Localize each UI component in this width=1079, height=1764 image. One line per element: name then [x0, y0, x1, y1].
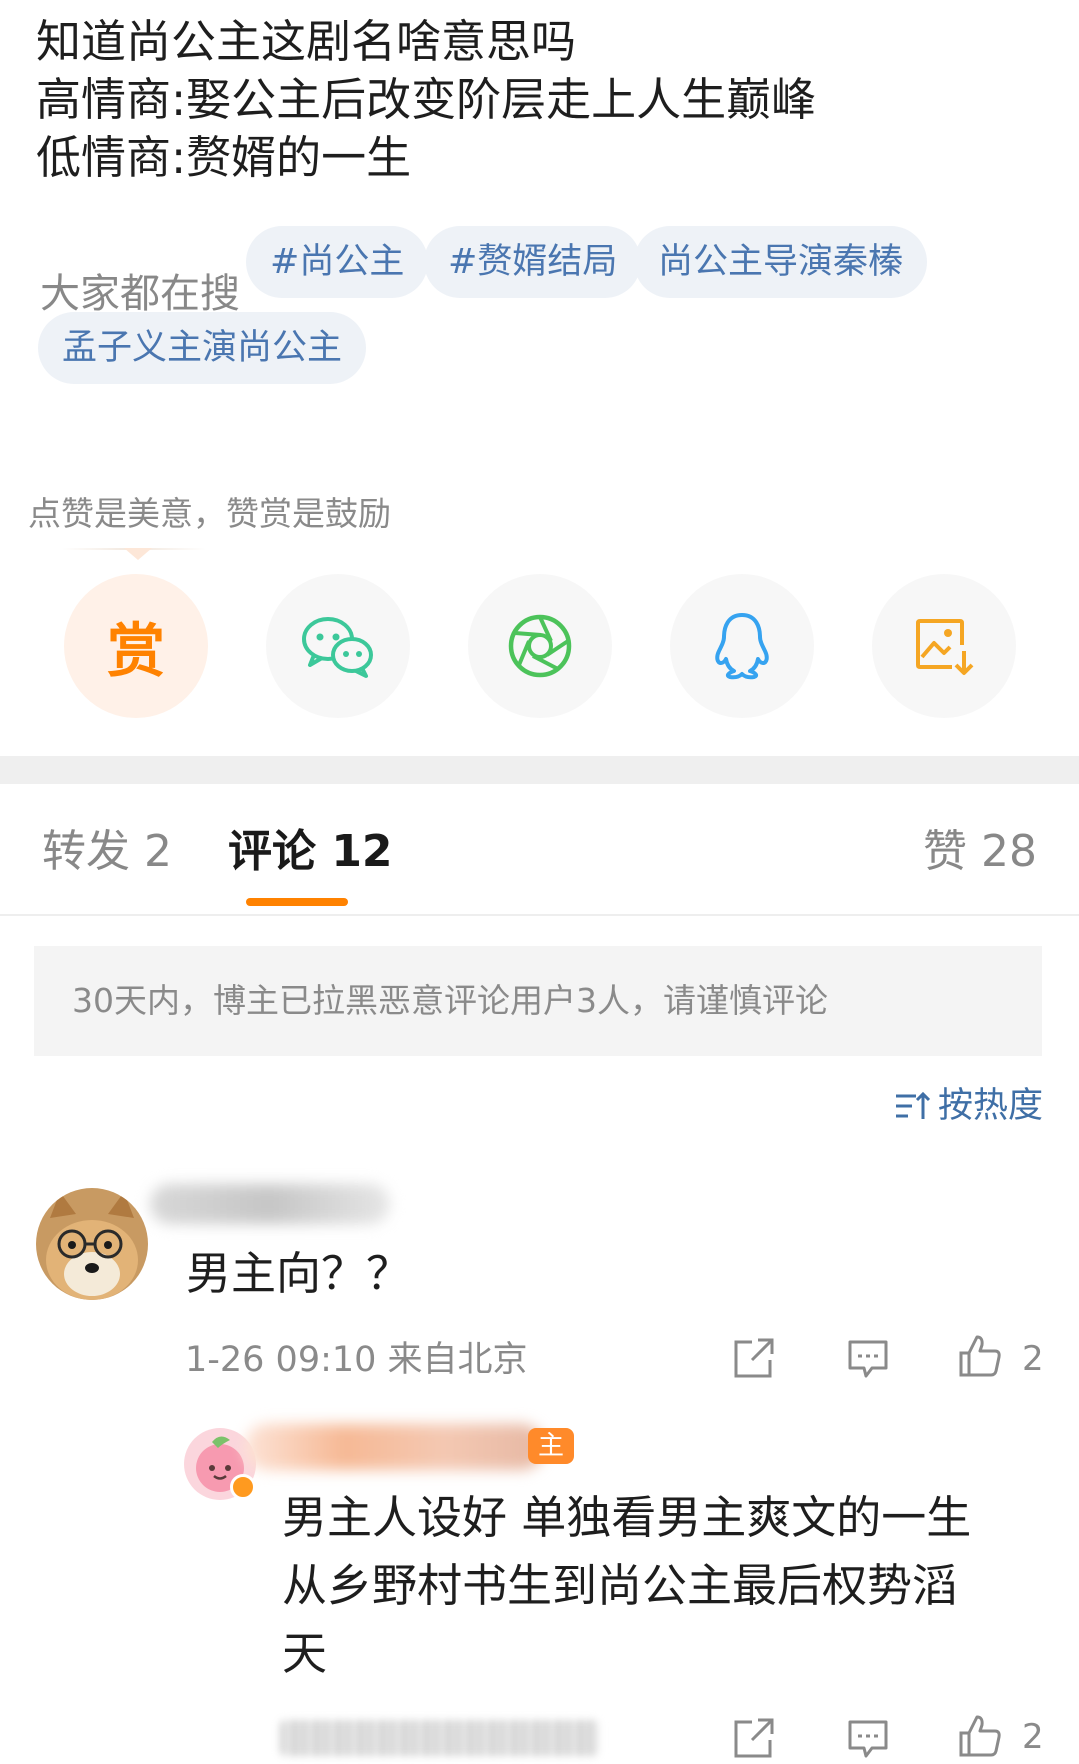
avatar[interactable] [36, 1188, 148, 1300]
search-chip-lead-actor[interactable]: 孟子义主演尚公主 [38, 312, 367, 384]
reply-to-reply-button[interactable] [844, 1714, 892, 1762]
comment-meta: 1-26 09:10 来自北京 [185, 1340, 528, 1380]
owner-tag: 主 [528, 1428, 575, 1464]
qq-icon [715, 613, 769, 680]
like-reply-button[interactable] [956, 1712, 1004, 1760]
share-reply-button[interactable] [730, 1714, 778, 1762]
share-wechat-button[interactable] [266, 574, 410, 718]
active-tab-indicator [246, 898, 348, 906]
comment-text: 男主向？？ [186, 1247, 412, 1300]
thumbs-up-icon [959, 1715, 1001, 1757]
save-image-icon [916, 619, 974, 675]
blurred-username[interactable] [150, 1184, 390, 1224]
share-moments-button[interactable] [468, 574, 612, 718]
reward-button[interactable]: 赏 [64, 574, 208, 718]
reply-like-count: 2 [1022, 1717, 1044, 1757]
blurred-blogger-name[interactable] [244, 1424, 544, 1470]
sort-by-heat-button[interactable]: 按热度 [894, 1082, 1043, 1130]
sort-icon [895, 1091, 930, 1119]
tab-divider [0, 914, 1079, 916]
sort-label: 按热度 [937, 1086, 1043, 1126]
section-separator [0, 756, 1079, 784]
share-icon [734, 1718, 774, 1758]
save-image-button[interactable] [872, 574, 1016, 718]
wechat-icon [302, 617, 373, 678]
shiba-glasses-avatar-image [36, 1188, 148, 1300]
thumbs-up-icon [959, 1335, 1001, 1377]
share-qq-button[interactable] [670, 574, 814, 718]
moments-icon [508, 614, 572, 678]
search-chip-director[interactable]: 尚公主导演秦榛 [634, 226, 928, 298]
reward-tip: 点赞是美意，赞赏是鼓励 [28, 494, 391, 533]
tab-reposts[interactable]: 转发 2 [42, 818, 172, 886]
like-count: 2 [1022, 1339, 1044, 1379]
post-text-line-3: 低情商:赘婿的一生 [36, 131, 412, 184]
tab-likes[interactable]: 赞 28 [923, 818, 1037, 886]
like-comment-button[interactable] [956, 1332, 1004, 1380]
reward-tip-caret [124, 548, 152, 560]
blurred-reply-meta [280, 1720, 600, 1756]
reply-text-line-1: 男主人设好 单独看男主爽文的一生 [282, 1491, 972, 1544]
tab-comments[interactable]: 评论 12 [228, 818, 393, 886]
search-chip-shang-gongzhu[interactable]: #尚公主 [246, 226, 429, 298]
reward-icon: 赏 [106, 617, 165, 685]
reply-comment-button[interactable] [844, 1334, 892, 1382]
reply-text-line-3: 天 [282, 1627, 328, 1680]
verified-badge-icon [230, 1474, 256, 1500]
comment-icon [848, 1720, 888, 1758]
post-text-line-2: 高情商:娶公主后改变阶层走上人生巅峰 [36, 73, 817, 126]
post-text-line-1: 知道尚公主这剧名啥意思吗 [36, 15, 577, 68]
share-icon [734, 1338, 774, 1378]
share-comment-button[interactable] [730, 1334, 778, 1382]
moderation-notice: 30天内，博主已拉黑恶意评论用户3人，请谨慎评论 [34, 946, 1042, 1056]
reply-text-line-2: 从乡野村书生到尚公主最后权势滔 [282, 1559, 958, 1612]
comment-icon [848, 1340, 888, 1378]
search-chip-zhuixu-ending[interactable]: #赘婿结局 [424, 226, 642, 298]
